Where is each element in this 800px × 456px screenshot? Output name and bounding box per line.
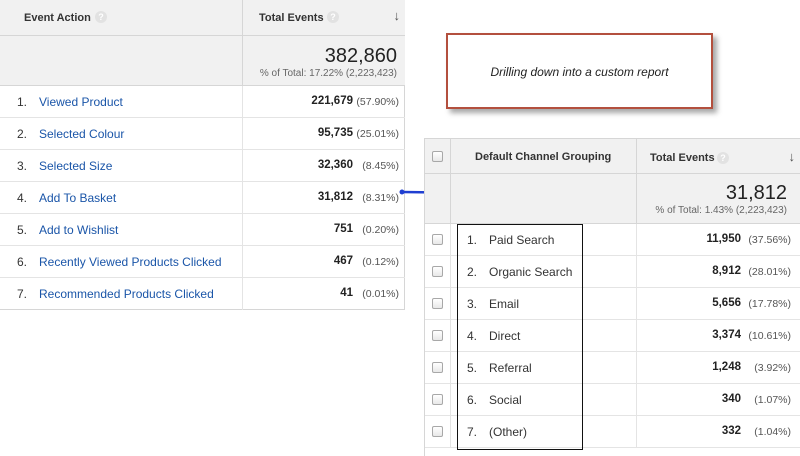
row-percentage: (8.31%)	[362, 192, 399, 204]
table-row: 1. Viewed Product 221,679 (57.90%)	[0, 86, 405, 118]
metric-header-label: Total Events	[259, 12, 324, 24]
row-dimension-cell	[0, 182, 243, 214]
row-checkbox-cell	[425, 384, 451, 416]
row-percentage: (0.12%)	[362, 256, 399, 268]
totals-checkbox-cell	[425, 174, 451, 224]
totals-blank-cell	[451, 174, 637, 224]
row-percentage: (0.01%)	[362, 288, 399, 300]
row-value: 3,374	[712, 329, 741, 341]
row-value: 340	[721, 393, 741, 405]
row-link[interactable]: Selected Size	[39, 159, 112, 173]
row-checkbox-cell	[425, 320, 451, 352]
row-value: 41	[340, 287, 353, 299]
total-events-value: 31,812	[725, 182, 787, 204]
row-percentage: (10.61%)	[748, 330, 791, 342]
table-row: 3. Selected Size 32,360 (8.45%)	[0, 150, 405, 182]
row-value: 32,360	[317, 159, 353, 171]
row-checkbox[interactable]	[432, 234, 443, 245]
help-icon[interactable]: ?	[327, 11, 339, 23]
dimension-column-header[interactable]: Event Action ?	[0, 0, 243, 36]
row-percentage: (57.90%)	[356, 96, 399, 108]
row-value: 332	[721, 425, 741, 437]
dimension-header-label: Event Action	[24, 12, 91, 24]
row-checkbox-cell	[425, 288, 451, 320]
table-row: 5. Add to Wishlist 751 (0.20%)	[0, 214, 405, 246]
table-row: 7. Recommended Products Clicked 41 (0.01…	[0, 278, 405, 310]
row-percentage: (1.07%)	[754, 394, 791, 406]
help-icon[interactable]: ?	[717, 152, 729, 164]
row-index: 5.	[17, 223, 28, 237]
row-value: 5,656	[712, 297, 741, 309]
total-percentage: % of Total: 1.43% (2,223,423)	[655, 205, 787, 216]
row-checkbox[interactable]	[432, 426, 443, 437]
row-checkbox[interactable]	[432, 298, 443, 309]
row-checkbox[interactable]	[432, 362, 443, 373]
row-link[interactable]: Viewed Product	[39, 95, 123, 109]
table-header: Event Action ? Total Events ? ↓	[0, 0, 405, 36]
row-percentage: (17.78%)	[748, 298, 791, 310]
row-index: 2.	[17, 127, 28, 141]
row-dimension-cell	[0, 150, 243, 182]
total-events-value: 382,860	[324, 45, 397, 67]
help-icon[interactable]: ?	[95, 11, 107, 23]
row-checkbox-cell	[425, 256, 451, 288]
row-index: 1.	[17, 95, 28, 109]
row-checkbox[interactable]	[432, 394, 443, 405]
row-value: 751	[333, 223, 353, 235]
table-header: Default Channel Grouping Total Events ? …	[425, 138, 800, 175]
total-percentage: % of Total: 17.22% (2,223,423)	[259, 68, 397, 79]
row-checkbox-cell	[425, 224, 451, 256]
row-percentage: (1.04%)	[754, 426, 791, 438]
event-action-table: Event Action ? Total Events ? ↓ 382,860 …	[0, 0, 405, 310]
row-percentage: (28.01%)	[748, 266, 791, 278]
row-value: 467	[333, 255, 353, 267]
table-row: 6. Recently Viewed Products Clicked 467 …	[0, 246, 405, 278]
row-percentage: (25.01%)	[356, 128, 399, 140]
row-checkbox-cell	[425, 416, 451, 448]
dimension-column-header[interactable]: Default Channel Grouping	[451, 139, 637, 175]
row-dimension-cell	[0, 214, 243, 246]
totals-row: 31,812 % of Total: 1.43% (2,223,423)	[425, 174, 800, 224]
row-index: 6.	[17, 255, 28, 269]
row-value: 11,950	[706, 233, 741, 245]
row-checkbox[interactable]	[432, 330, 443, 341]
callout-text: Drilling down into a custom report	[490, 65, 669, 79]
row-checkbox[interactable]	[432, 266, 443, 277]
table-row: 2. Selected Colour 95,735 (25.01%)	[0, 118, 405, 150]
row-index: 3.	[17, 159, 28, 173]
sort-descending-icon[interactable]: ↓	[789, 149, 796, 164]
row-link[interactable]: Recently Viewed Products Clicked	[39, 255, 222, 269]
annotation-callout: Drilling down into a custom report	[446, 33, 713, 109]
totals-row: 382,860 % of Total: 17.22% (2,223,423)	[0, 36, 405, 86]
select-all-cell	[425, 139, 451, 175]
table-row: 4. Add To Basket 31,812 (8.31%)	[0, 182, 405, 214]
row-index: 7.	[17, 287, 28, 301]
metric-column-header[interactable]: Total Events ? ↓	[243, 0, 405, 36]
row-link[interactable]: Selected Colour	[39, 127, 124, 141]
row-link[interactable]: Recommended Products Clicked	[39, 287, 214, 301]
row-link[interactable]: Add to Wishlist	[39, 223, 118, 237]
row-value: 95,735	[317, 127, 353, 139]
row-value: 221,679	[311, 95, 353, 107]
row-percentage: (3.92%)	[754, 362, 791, 374]
row-percentage: (37.56%)	[748, 234, 791, 246]
select-all-checkbox[interactable]	[432, 151, 443, 162]
totals-blank-cell	[0, 36, 243, 86]
row-value: 1,248	[712, 361, 741, 373]
dimension-header-label: Default Channel Grouping	[475, 151, 612, 163]
channel-highlight-box	[457, 224, 583, 450]
row-checkbox-cell	[425, 352, 451, 384]
row-value: 31,812	[317, 191, 353, 203]
row-percentage: (0.20%)	[362, 224, 399, 236]
row-value: 8,912	[712, 265, 741, 277]
metric-header-label: Total Events	[650, 152, 715, 164]
row-percentage: (8.45%)	[362, 160, 399, 172]
sort-descending-icon[interactable]: ↓	[394, 8, 401, 23]
row-link[interactable]: Add To Basket	[39, 191, 116, 205]
row-index: 4.	[17, 191, 28, 205]
